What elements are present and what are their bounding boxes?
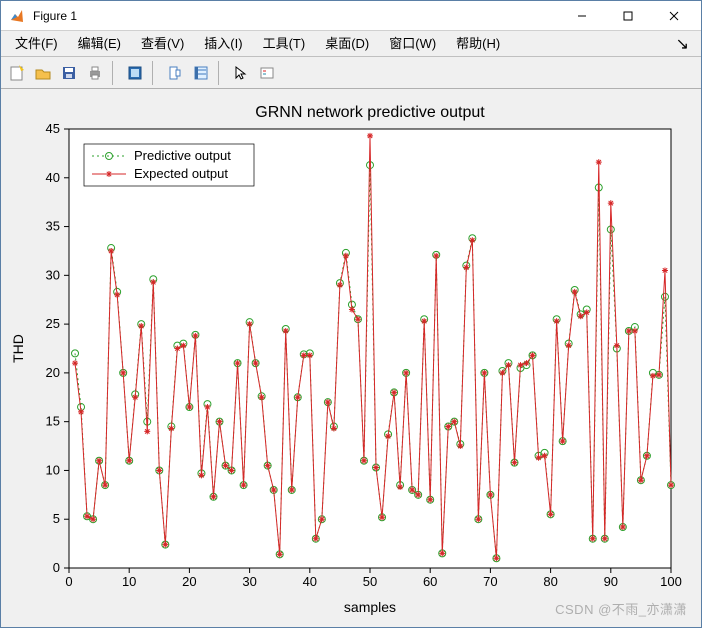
maximize-button[interactable] (605, 2, 651, 30)
svg-text:25: 25 (46, 316, 60, 331)
plot-area: 0 10 20 30 40 50 60 70 80 90 100 0 5 10 15 20 25 30 35 40 45… (1, 89, 701, 626)
print-icon[interactable] (83, 61, 107, 85)
svg-text:20: 20 (182, 574, 196, 589)
svg-text:10: 10 (122, 574, 136, 589)
svg-text:100: 100 (660, 574, 682, 589)
svg-text:samples: samples (344, 599, 396, 615)
close-button[interactable] (651, 2, 697, 30)
toolbar-separator (112, 61, 118, 85)
svg-text:40: 40 (46, 170, 60, 185)
menu-file[interactable]: 文件(F) (5, 31, 68, 57)
matlab-logo-icon (9, 8, 25, 24)
menu-edit[interactable]: 编辑(E) (68, 31, 131, 57)
toolbar-separator (152, 61, 158, 85)
data-cursor-icon[interactable] (163, 61, 187, 85)
window-title: Figure 1 (33, 9, 559, 23)
svg-text:30: 30 (242, 574, 256, 589)
chart[interactable]: 0 10 20 30 40 50 60 70 80 90 100 0 5 10 15 20 25 30 35 40 45… (1, 89, 701, 626)
svg-text:35: 35 (46, 219, 60, 234)
colorbar-icon[interactable] (189, 61, 213, 85)
menu-dock-icon[interactable]: ↘ (676, 34, 697, 54)
svg-text:20: 20 (46, 365, 60, 380)
menu-insert[interactable]: 插入(I) (194, 31, 252, 57)
link-icon[interactable] (123, 61, 147, 85)
open-icon[interactable] (31, 61, 55, 85)
menu-window[interactable]: 窗口(W) (379, 31, 446, 57)
new-figure-icon[interactable] (5, 61, 29, 85)
svg-text:10: 10 (46, 462, 60, 477)
pointer-icon[interactable] (229, 61, 253, 85)
toolbar-separator (218, 61, 224, 85)
menu-tools[interactable]: 工具(T) (253, 31, 316, 57)
svg-text:50: 50 (363, 574, 377, 589)
svg-text:GRNN network predictive output: GRNN network predictive output (255, 104, 485, 121)
svg-text:30: 30 (46, 267, 60, 282)
svg-text:0: 0 (65, 574, 72, 589)
svg-text:80: 80 (543, 574, 557, 589)
svg-text:Expected output: Expected output (134, 166, 228, 181)
minimize-button[interactable] (559, 2, 605, 30)
menu-view[interactable]: 查看(V) (131, 31, 194, 57)
toolbar (1, 57, 701, 89)
svg-text:90: 90 (604, 574, 618, 589)
svg-text:70: 70 (483, 574, 497, 589)
menubar: 文件(F) 编辑(E) 查看(V) 插入(I) 工具(T) 桌面(D) 窗口(W… (1, 31, 701, 57)
svg-text:15: 15 (46, 414, 60, 429)
save-icon[interactable] (57, 61, 81, 85)
svg-text:60: 60 (423, 574, 437, 589)
menu-help[interactable]: 帮助(H) (446, 31, 510, 57)
svg-text:5: 5 (53, 511, 60, 526)
svg-text:45: 45 (46, 121, 60, 136)
titlebar: Figure 1 (1, 1, 701, 31)
legend-icon[interactable] (255, 61, 279, 85)
svg-text:Predictive output: Predictive output (134, 148, 231, 163)
svg-text:40: 40 (303, 574, 317, 589)
svg-text:THD: THD (10, 334, 26, 363)
svg-text:0: 0 (53, 560, 60, 575)
menu-desktop[interactable]: 桌面(D) (315, 31, 379, 57)
